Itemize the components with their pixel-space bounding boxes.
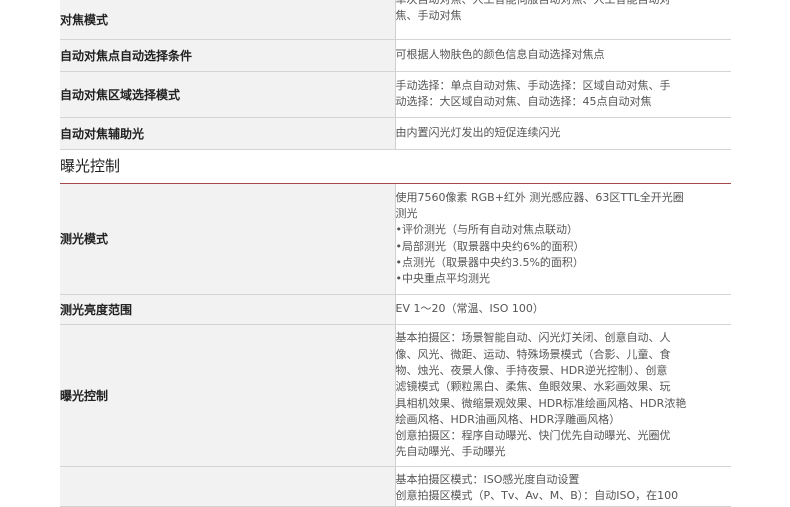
value-line: 由内置闪光灯发出的短促连续闪光 [396, 125, 732, 141]
value-line: 先自动曝光、手动曝光 [396, 444, 732, 460]
spec-label: 自动对焦点自动选择条件 [60, 39, 395, 71]
value-line: 单次自动对焦、人工智能伺服自动对焦、人工智能自动对 [396, 0, 732, 8]
value-line: 具相机效果、微缩景观效果、HDR标准绘画风格、HDR浓艳 [396, 396, 732, 412]
spec-label: 自动对焦辅助光 [60, 117, 395, 149]
spec-value: 基本拍摄区模式：ISO感光度自动设置 创意拍摄区模式（P、Tv、Av、M、B）：… [395, 467, 731, 507]
spec-label: 对焦模式 [60, 0, 395, 39]
value-line: •评价测光（与所有自动对焦点联动） [396, 222, 732, 238]
value-line: 滤镜模式（颗粒黑白、柔焦、鱼眼效果、水彩画效果、玩 [396, 379, 732, 395]
table-row: 测光模式 使用7560像素 RGB+红外 测光感应器、63区TTL全开光圈 测光… [60, 184, 731, 295]
spec-value: 基本拍摄区：场景智能自动、闪光灯关闭、创意自动、人 像、风光、微距、运动、特殊场… [395, 325, 731, 467]
af-spec-table: 对焦模式 单次自动对焦、人工智能伺服自动对焦、人工智能自动对 焦、手动对焦 自动… [60, 0, 731, 150]
spec-value: 可根据人物肤色的颜色信息自动选择对焦点 [395, 39, 731, 71]
spec-value: 单次自动对焦、人工智能伺服自动对焦、人工智能自动对 焦、手动对焦 [395, 0, 731, 39]
table-row: 基本拍摄区模式：ISO感光度自动设置 创意拍摄区模式（P、Tv、Av、M、B）：… [60, 467, 731, 507]
value-line: 基本拍摄区：场景智能自动、闪光灯关闭、创意自动、人 [396, 330, 732, 346]
value-line: EV 1～20（常温、ISO 100） [396, 301, 732, 317]
table-row: 测光亮度范围 EV 1～20（常温、ISO 100） [60, 295, 731, 325]
value-line: 绘画风格、HDR油画风格、HDR浮雕画风格） [396, 412, 732, 428]
table-row: 自动对焦辅助光 由内置闪光灯发出的短促连续闪光 [60, 117, 731, 149]
spec-label: 曝光控制 [60, 325, 395, 467]
value-line: 创意拍摄区模式（P、Tv、Av、M、B）：自动ISO，在100 [396, 488, 732, 504]
spec-sheet: 对焦模式 单次自动对焦、人工智能伺服自动对焦、人工智能自动对 焦、手动对焦 自动… [60, 0, 731, 507]
value-line: •局部测光（取景器中央约6%的面积） [396, 239, 732, 255]
value-line: 手动选择：单点自动对焦、手动选择：区域自动对焦、手 [396, 78, 732, 94]
spec-label: 测光模式 [60, 184, 395, 295]
spec-value: EV 1～20（常温、ISO 100） [395, 295, 731, 325]
value-line: 基本拍摄区模式：ISO感光度自动设置 [396, 472, 732, 488]
table-row: 对焦模式 单次自动对焦、人工智能伺服自动对焦、人工智能自动对 焦、手动对焦 [60, 0, 731, 39]
value-line: 动选择：大区域自动对焦、自动选择：45点自动对焦 [396, 94, 732, 110]
value-line: •点测光（取景器中央约3.5%的面积） [396, 255, 732, 271]
exposure-spec-table: 测光模式 使用7560像素 RGB+红外 测光感应器、63区TTL全开光圈 测光… [60, 184, 731, 507]
section-title: 曝光控制 [60, 150, 731, 184]
table-row: 自动对焦点自动选择条件 可根据人物肤色的颜色信息自动选择对焦点 [60, 39, 731, 71]
value-line: 物、烛光、夜景人像、手持夜景、HDR逆光控制）、创意 [396, 363, 732, 379]
spec-label: 测光亮度范围 [60, 295, 395, 325]
value-line: 焦、手动对焦 [396, 8, 732, 24]
spec-value: 手动选择：单点自动对焦、手动选择：区域自动对焦、手 动选择：大区域自动对焦、自动… [395, 71, 731, 117]
value-line: 创意拍摄区：程序自动曝光、快门优先自动曝光、光圈优 [396, 428, 732, 444]
value-line: 使用7560像素 RGB+红外 测光感应器、63区TTL全开光圈 [396, 190, 732, 206]
spec-label: 自动对焦区域选择模式 [60, 71, 395, 117]
table-row: 曝光控制 基本拍摄区：场景智能自动、闪光灯关闭、创意自动、人 像、风光、微距、运… [60, 325, 731, 467]
table-row: 自动对焦区域选择模式 手动选择：单点自动对焦、手动选择：区域自动对焦、手 动选择… [60, 71, 731, 117]
spec-label [60, 467, 395, 507]
value-line: •中央重点平均测光 [396, 271, 732, 287]
value-line: 可根据人物肤色的颜色信息自动选择对焦点 [396, 47, 732, 63]
value-line: 测光 [396, 206, 732, 222]
spec-value: 使用7560像素 RGB+红外 测光感应器、63区TTL全开光圈 测光 •评价测… [395, 184, 731, 295]
spec-value: 由内置闪光灯发出的短促连续闪光 [395, 117, 731, 149]
value-line: 像、风光、微距、运动、特殊场景模式（合影、儿童、食 [396, 347, 732, 363]
